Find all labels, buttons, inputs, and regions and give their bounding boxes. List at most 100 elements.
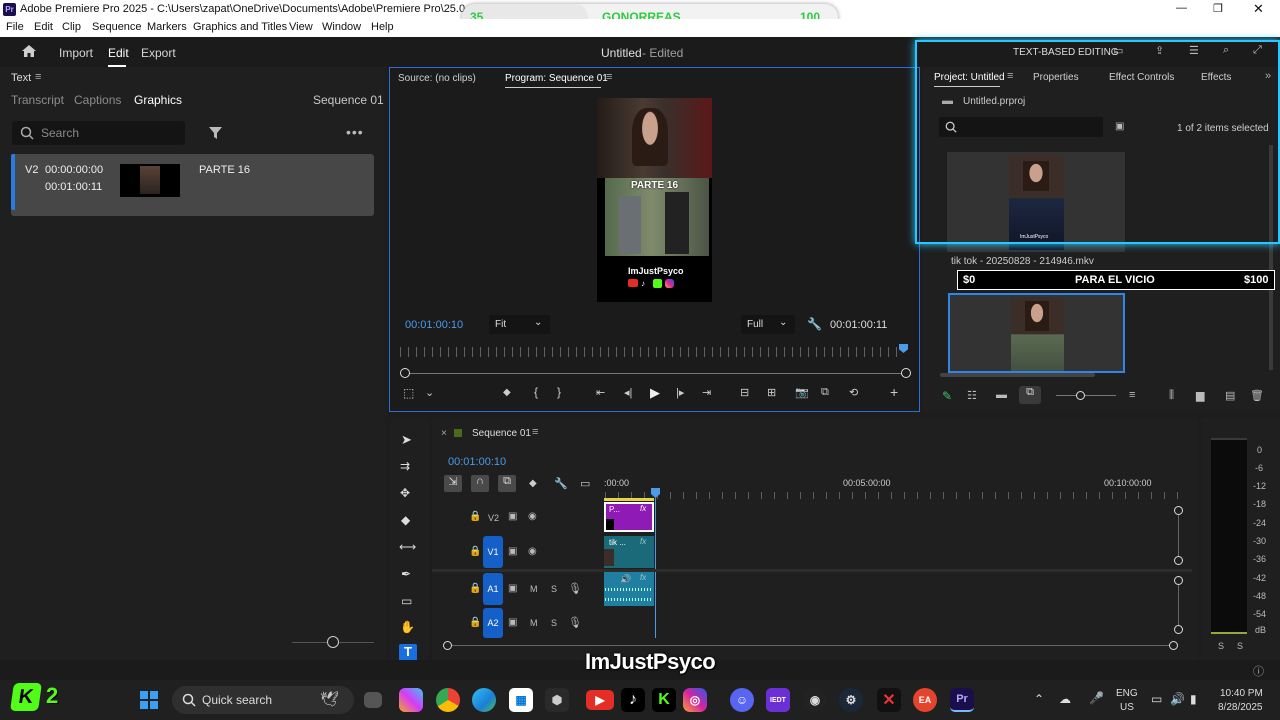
eye-icon[interactable]: ◉ <box>528 546 537 557</box>
clip-a1[interactable]: 🔊 fx <box>604 572 654 606</box>
x-app-icon[interactable]: ✕ <box>877 688 901 712</box>
mark-in-icon[interactable]: { <box>534 385 538 399</box>
monitor-playhead-marker[interactable] <box>899 344 908 353</box>
horizontal-scrollbar[interactable] <box>940 373 1095 377</box>
tab-project[interactable]: Project: Untitled <box>934 72 1005 83</box>
more-tabs-icon[interactable]: » <box>1265 70 1271 82</box>
nest-icon[interactable]: ⇲ <box>444 475 462 492</box>
tab-edit[interactable]: Edit <box>108 46 129 60</box>
kick-icon[interactable]: K <box>652 688 676 712</box>
tab-effect-controls[interactable]: Effect Controls <box>1109 72 1174 83</box>
pen-tool-icon[interactable]: ✒ <box>401 567 411 581</box>
fullscreen-icon[interactable]: ⤢ <box>1253 44 1262 57</box>
film-icon[interactable]: ▣ <box>508 583 517 594</box>
tiktok-icon[interactable]: ♪ <box>621 688 645 712</box>
tray-chevron-icon[interactable]: ⌃ <box>1034 692 1044 706</box>
share-icon[interactable]: ⇪ <box>1155 44 1164 57</box>
scroll-a-line[interactable] <box>1178 585 1179 625</box>
menu-sequence[interactable]: Sequence <box>92 21 142 33</box>
write-icon[interactable]: ✎ <box>942 389 952 403</box>
menu-edit[interactable]: Edit <box>34 21 53 33</box>
tab-source[interactable]: Source: (no clips) <box>398 73 476 84</box>
tab-export[interactable]: Export <box>141 46 176 60</box>
track-label-v2[interactable]: V2 <box>488 513 499 523</box>
freeform-view-icon[interactable]: ⧉ <box>1019 386 1041 404</box>
rectangle-tool-icon[interactable]: ▭ <box>401 594 412 608</box>
tab-transcript[interactable]: Transcript <box>11 93 64 107</box>
more-options-icon[interactable]: ••• <box>346 124 364 140</box>
clip-v1[interactable]: tik ... fx <box>604 536 654 568</box>
menu-window[interactable]: Window <box>322 21 361 33</box>
instagram-icon[interactable]: ◎ <box>683 688 707 712</box>
go-to-in-icon[interactable]: ⇤ <box>596 386 605 399</box>
track-label-a2[interactable]: A2 <box>483 608 503 638</box>
vr-video-icon[interactable]: ⟲ <box>849 386 858 399</box>
mute-button[interactable]: M <box>530 584 538 594</box>
steam-icon[interactable]: ⚙ <box>839 688 863 712</box>
selection-tool-icon[interactable]: ➤ <box>401 432 412 448</box>
scroll-v-bottom[interactable] <box>1174 556 1183 565</box>
obs-icon[interactable]: ◉ <box>803 688 827 712</box>
microphone-icon[interactable]: 🎙 <box>568 616 582 629</box>
hand-tool-icon[interactable]: ✋ <box>400 620 415 634</box>
panel-layout-icon[interactable]: ▭ <box>1113 44 1123 57</box>
safe-margins-icon[interactable]: ⬚ <box>403 386 414 400</box>
sort-icon[interactable]: ≡ <box>1129 389 1135 401</box>
close-window-button[interactable]: ✕ <box>1253 1 1264 17</box>
type-tool-icon[interactable]: T <box>399 644 417 661</box>
go-to-out-icon[interactable]: ⇥ <box>702 386 711 399</box>
captions-icon[interactable]: ▭ <box>580 477 590 490</box>
scroll-a-top[interactable] <box>1174 576 1183 585</box>
close-sequence-icon[interactable]: × <box>441 428 447 439</box>
maximize-button[interactable]: ❐ <box>1213 2 1223 15</box>
solo-button[interactable]: S <box>551 584 557 594</box>
scrub-end-handle[interactable] <box>901 368 911 378</box>
scrub-bar[interactable] <box>404 373 907 374</box>
compare-view-icon[interactable]: ⧉ <box>821 386 829 399</box>
filter-icon[interactable] <box>208 126 223 140</box>
edge-icon[interactable] <box>472 688 496 712</box>
film-icon[interactable]: ▣ <box>508 546 517 557</box>
iedt-icon[interactable]: IEDT <box>766 688 790 712</box>
timeline-wrench-icon[interactable]: 🔧 <box>554 477 568 490</box>
hexagon-app-icon[interactable]: ⬢ <box>545 688 569 712</box>
menu-clip[interactable]: Clip <box>62 21 81 33</box>
display-icon[interactable]: ▭ <box>1151 692 1162 706</box>
task-view-icon[interactable] <box>364 692 382 708</box>
tab-captions[interactable]: Captions <box>74 93 121 107</box>
scrub-start-handle[interactable] <box>400 368 410 378</box>
minimize-button[interactable]: — <box>1176 2 1187 14</box>
scroll-track[interactable] <box>1269 145 1273 370</box>
new-item-icon[interactable]: ▤ <box>1225 389 1235 402</box>
tab-sequence[interactable]: Sequence 01 <box>472 428 531 439</box>
new-bin-icon[interactable]: ▣ <box>1115 121 1124 132</box>
info-icon[interactable]: ⓘ <box>1253 663 1264 679</box>
linked-selection-icon[interactable]: ⧉ <box>498 475 516 492</box>
battery-icon[interactable]: ▮ <box>1190 692 1197 706</box>
thumb-size-slider[interactable] <box>1056 395 1116 396</box>
store-icon[interactable]: ▦ <box>509 688 533 712</box>
chevron-down-icon[interactable]: ⌄ <box>425 386 434 399</box>
taskbar-search[interactable]: Quick search 🕊 <box>172 686 354 714</box>
microphone-tray-icon[interactable]: 🎤 <box>1089 691 1104 705</box>
playhead-timecode[interactable]: 00:01:00:10 <box>405 319 463 331</box>
graphics-search-box[interactable]: Search <box>12 121 185 145</box>
lock-icon[interactable]: 🔒 <box>469 583 481 594</box>
project-item-thumbnail-1[interactable]: ImJustPsyco <box>947 152 1125 252</box>
razor-tool-icon[interactable]: ◆ <box>401 513 410 527</box>
timeline-marker-icon[interactable]: ◆ <box>529 478 537 489</box>
search-icon[interactable]: ⌕ <box>1223 44 1229 57</box>
track-select-tool-icon[interactable]: ⇉ <box>400 459 410 473</box>
timeline-zoom-start[interactable] <box>443 641 452 650</box>
timeline-zoom-end[interactable] <box>1169 641 1178 650</box>
youtube-icon[interactable]: ▶ <box>586 690 614 710</box>
graphics-list-item[interactable]: V2 00:00:00:00 00:01:00:11 PARTE 16 <box>11 154 374 216</box>
home-icon[interactable] <box>21 44 37 58</box>
microphone-icon[interactable]: 🎙 <box>568 582 582 595</box>
project-menu-icon[interactable]: ≡ <box>1007 70 1013 82</box>
tab-program[interactable]: Program: Sequence 01 <box>505 73 608 84</box>
project-search-box[interactable] <box>939 117 1103 137</box>
program-menu-icon[interactable]: ≡ <box>606 71 612 83</box>
button-editor-icon[interactable]: + <box>890 384 898 400</box>
quality-dropdown[interactable]: Full ⌄ <box>741 315 795 334</box>
